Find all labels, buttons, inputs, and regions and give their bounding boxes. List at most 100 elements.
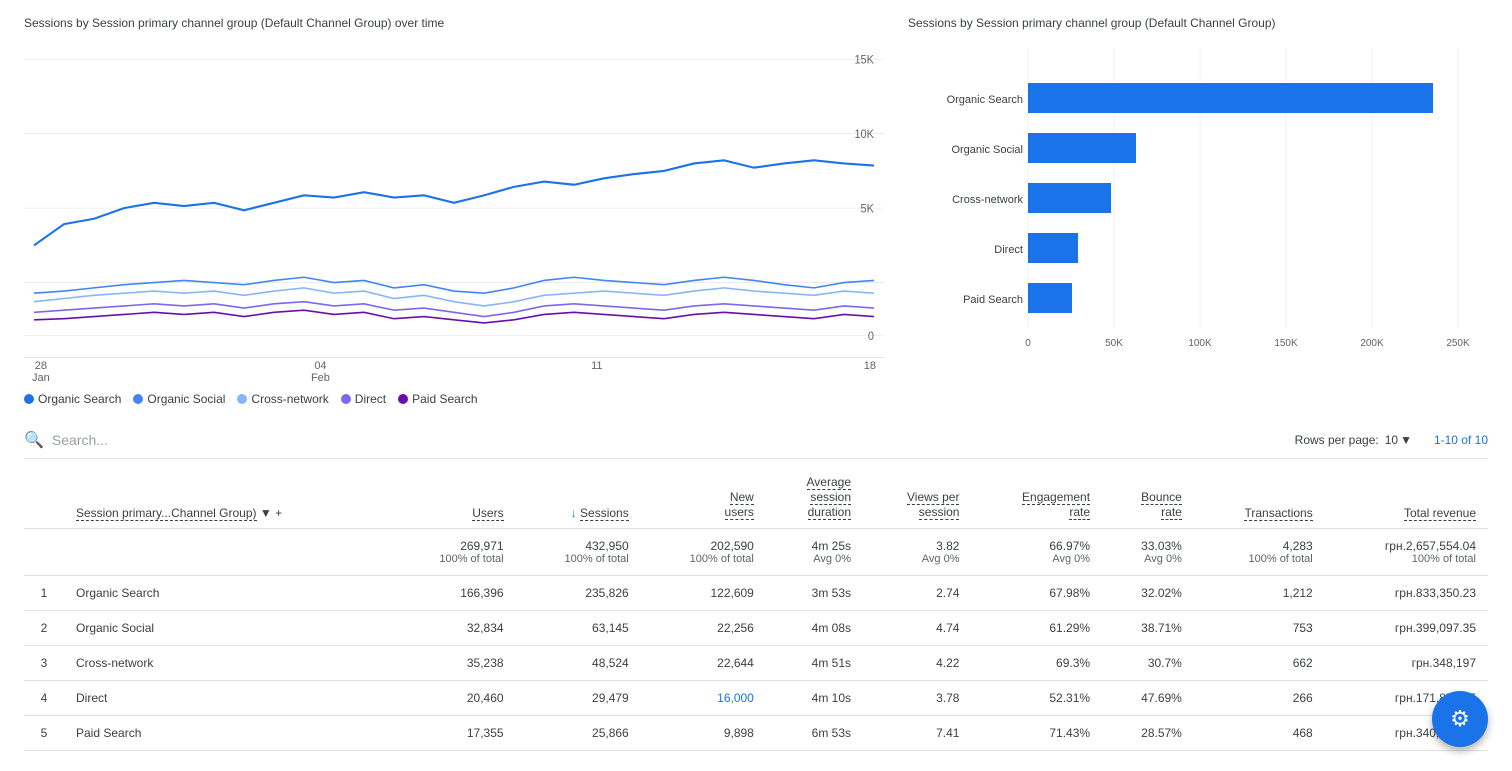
row5-views-per-session: 7.41 [863,716,971,751]
legend-direct[interactable]: Direct [341,392,386,406]
row4-engagement-rate: 52.31% [971,681,1102,716]
row5-transactions: 468 [1194,716,1325,751]
svg-text:0: 0 [1025,338,1031,349]
row3-new-users: 22,644 [641,646,766,681]
row3-users: 35,238 [390,646,515,681]
row3-avg-duration: 4m 51s [766,646,863,681]
totals-row: 269,971 100% of total 432,950 100% of to… [24,529,1488,576]
row5-bounce-rate: 28.57% [1102,716,1194,751]
legend-label-paid-search: Paid Search [412,392,477,406]
row1-total-revenue: грн.833,350.23 [1325,576,1488,611]
row2-transactions: 753 [1194,611,1325,646]
total-sessions: 432,950 100% of total [516,529,641,576]
sort-dropdown-icon[interactable]: ▼ [260,506,272,520]
total-new-users: 202,590 100% of total [641,529,766,576]
x-label-18: 18 [864,360,876,384]
total-engagement-rate: 66.97% Avg 0% [971,529,1102,576]
svg-text:15K: 15K [854,54,874,66]
row2-avg-duration: 4m 08s [766,611,863,646]
total-avg-duration: 4m 25s Avg 0% [766,529,863,576]
row4-channel[interactable]: Direct [64,681,390,716]
add-dimension-icon[interactable]: + [275,506,282,520]
th-total-revenue[interactable]: Total revenue [1325,467,1488,529]
th-engagement-rate[interactable]: Engagementrate [971,467,1102,529]
legend-label-organic-social: Organic Social [147,392,225,406]
th-bounce-rate[interactable]: Bouncerate [1102,467,1194,529]
row3-total-revenue: грн.348,197 [1325,646,1488,681]
legend-dot-organic-search [24,394,34,404]
legend-organic-social[interactable]: Organic Social [133,392,225,406]
svg-text:10K: 10K [854,129,874,141]
row1-users: 166,396 [390,576,515,611]
row2-new-users: 22,256 [641,611,766,646]
row5-channel[interactable]: Paid Search [64,716,390,751]
legend-dot-cross-network [237,394,247,404]
table-row: 4 Direct 20,460 29,479 16,000 4m 10s 3.7… [24,681,1488,716]
legend-dot-direct [341,394,351,404]
row5-new-users: 9,898 [641,716,766,751]
row2-engagement-rate: 61.29% [971,611,1102,646]
svg-text:Organic Social: Organic Social [951,144,1023,156]
table-row: 1 Organic Search 166,396 235,826 122,609… [24,576,1488,611]
th-avg-duration[interactable]: Averagesessionduration [766,467,863,529]
table-row: 5 Paid Search 17,355 25,866 9,898 6m 53s… [24,716,1488,751]
row2-rank: 2 [24,611,64,646]
legend-organic-search[interactable]: Organic Search [24,392,121,406]
legend-dot-organic-social [133,394,143,404]
legend-dot-paid-search [398,394,408,404]
th-transactions[interactable]: Transactions [1194,467,1325,529]
row4-views-per-session: 3.78 [863,681,971,716]
th-views-per-session[interactable]: Views persession [863,467,971,529]
row3-transactions: 662 [1194,646,1325,681]
row3-engagement-rate: 69.3% [971,646,1102,681]
svg-text:150K: 150K [1274,338,1298,349]
total-channel [64,529,390,576]
legend-cross-network[interactable]: Cross-network [237,392,328,406]
row4-sessions: 29,479 [516,681,641,716]
line-chart-area: 15K 10K 5K 0 [24,38,884,358]
svg-text:Direct: Direct [994,244,1023,256]
bar-chart-svg: 0 50K 100K 150K 200K 250K Organic Search… [908,38,1488,358]
table-row: 3 Cross-network 35,238 48,524 22,644 4m … [24,646,1488,681]
row2-total-revenue: грн.399,097.35 [1325,611,1488,646]
legend-label-organic-search: Organic Search [38,392,121,406]
svg-text:250K: 250K [1446,338,1470,349]
total-views-per-session: 3.82 Avg 0% [863,529,971,576]
th-channel[interactable]: Session primary...Channel Group) ▼ + [64,467,390,529]
search-bar: 🔍 Rows per page: 10 ▼ 1-10 of 10 [24,422,1488,459]
svg-text:200K: 200K [1360,338,1384,349]
svg-text:Organic Search: Organic Search [947,94,1023,106]
th-new-users[interactable]: Newusers [641,467,766,529]
th-sessions[interactable]: ↓ Sessions [516,467,641,529]
settings-fab[interactable]: ⚙ [1432,691,1488,747]
bar-chart-area: 0 50K 100K 150K 200K 250K Organic Search… [908,38,1488,358]
th-rank [24,467,64,529]
svg-text:Cross-network: Cross-network [952,194,1023,206]
rows-value: 10 [1385,433,1398,447]
rows-per-page-label: Rows per page: [1295,433,1379,447]
total-rank [24,529,64,576]
x-label-feb04: 04Feb [311,360,330,384]
line-chart-section: Sessions by Session primary channel grou… [24,16,884,406]
th-users[interactable]: Users [390,467,515,529]
legend-label-cross-network: Cross-network [251,392,328,406]
rows-dropdown[interactable]: 10 ▼ [1385,433,1412,447]
legend-paid-search[interactable]: Paid Search [398,392,477,406]
row2-channel[interactable]: Organic Social [64,611,390,646]
row1-rank: 1 [24,576,64,611]
total-revenue: грн.2,657,554.04 100% of total [1325,529,1488,576]
legend-label-direct: Direct [355,392,386,406]
rows-per-page-control: Rows per page: 10 ▼ 1-10 of 10 [1295,433,1488,447]
row3-bounce-rate: 30.7% [1102,646,1194,681]
row4-rank: 4 [24,681,64,716]
total-bounce-rate: 33.03% Avg 0% [1102,529,1194,576]
row4-avg-duration: 4m 10s [766,681,863,716]
row2-sessions: 63,145 [516,611,641,646]
row1-channel[interactable]: Organic Search [64,576,390,611]
search-input[interactable] [52,432,352,448]
row5-users: 17,355 [390,716,515,751]
line-chart-svg: 15K 10K 5K 0 [24,38,884,357]
bar-chart-section: Sessions by Session primary channel grou… [908,16,1488,406]
row5-rank: 5 [24,716,64,751]
row3-channel[interactable]: Cross-network [64,646,390,681]
